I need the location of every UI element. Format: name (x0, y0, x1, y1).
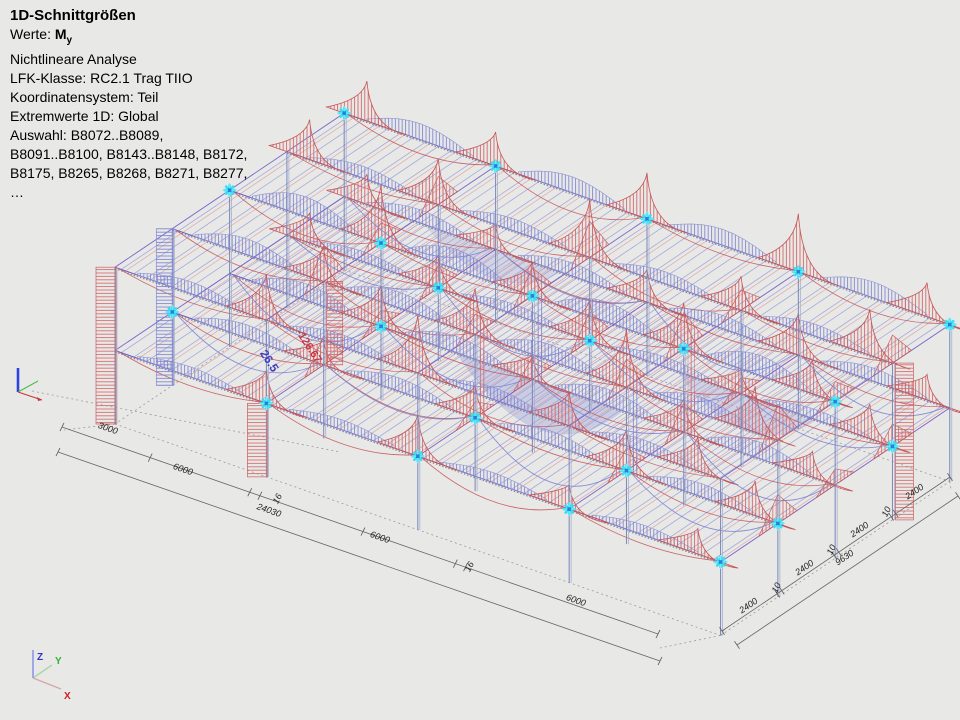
dimension-label: 9630 (833, 548, 855, 567)
origin-axis-triad: Z Y X (33, 650, 71, 702)
info-line: Koordinatensystem: Teil (10, 88, 247, 107)
dimension-chains: 3000600016240306000166000240010240010963… (56, 420, 960, 665)
viewport: -126.6726.530006000162403060001660002400… (0, 0, 960, 720)
y-axis-label: Y (55, 656, 62, 667)
dimension-label: 2400 (736, 596, 759, 616)
info-line: Extremwerte 1D: Global (10, 107, 247, 126)
part-axis-triad (18, 368, 42, 401)
info-line: LFK-Klasse: RC2.1 Trag TIIO (10, 69, 247, 88)
x-axis-label: X (64, 691, 71, 702)
z-axis-label: Z (37, 652, 43, 663)
result-info-panel: 1D-Schnittgrößen Werte: My Nichtlineare … (10, 6, 247, 202)
info-line: B8091..B8100, B8143..B8148, B8172, (10, 145, 247, 164)
dimension-label: 10 (770, 581, 783, 594)
info-line: … (10, 183, 247, 202)
node-marker[interactable] (714, 555, 728, 569)
info-line: Nichtlineare Analyse (10, 50, 247, 69)
dimension-label: 2400 (792, 558, 815, 578)
info-line: Auswahl: B8072..B8089, (10, 126, 247, 145)
node-marker[interactable] (943, 318, 957, 332)
page-title: 1D-Schnittgrößen (10, 6, 247, 25)
info-line: B8175, B8265, B8268, B8271, B8277, (10, 164, 247, 183)
dimension-label: 6000 (172, 461, 194, 477)
dimension-label: 6000 (369, 529, 391, 545)
werte-line: Werte: My (10, 25, 247, 50)
dimension-label: 16 (463, 560, 476, 573)
